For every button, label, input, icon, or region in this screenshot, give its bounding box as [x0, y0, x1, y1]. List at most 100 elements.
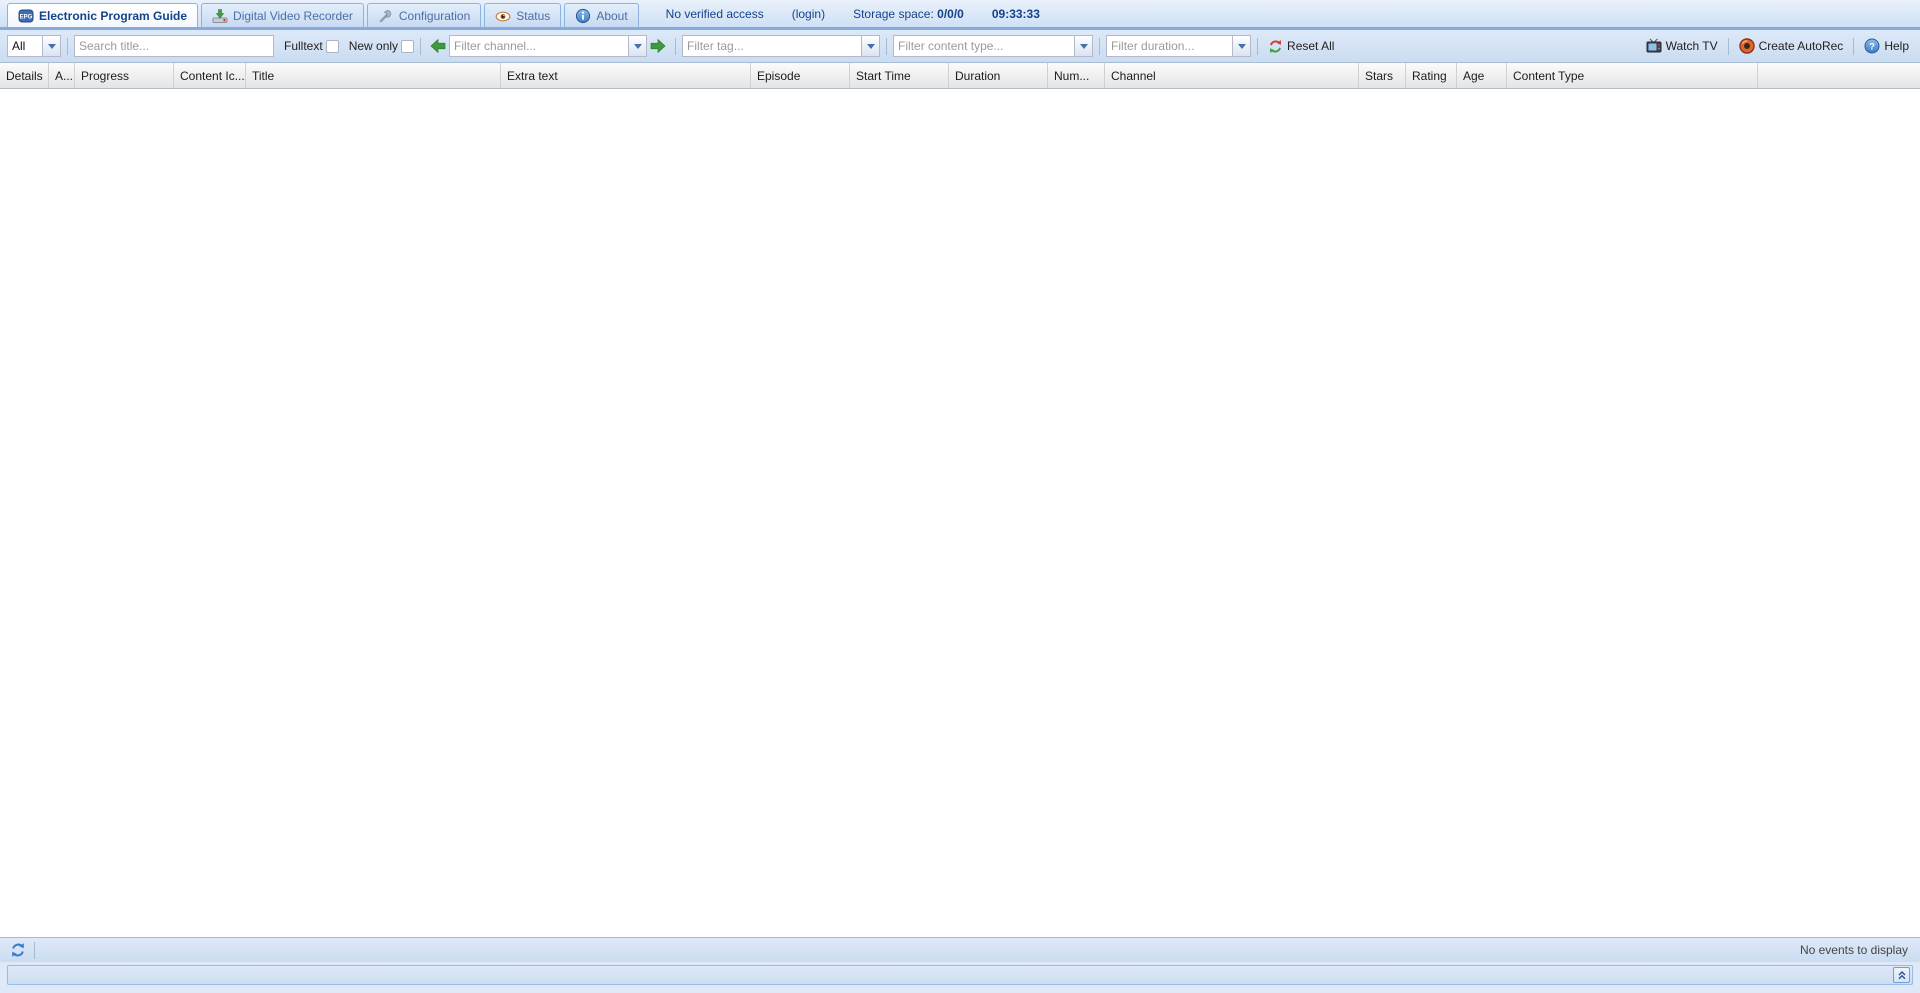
arrow-right-icon [650, 38, 666, 54]
wrench-icon [378, 8, 394, 24]
column-header-start-time[interactable]: Start Time [850, 63, 949, 88]
dvr-icon [212, 8, 228, 24]
storage-space: Storage space: 0/0/0 [853, 7, 964, 21]
column-header-age[interactable]: Age [1457, 63, 1507, 88]
column-header-rating[interactable]: Rating [1406, 63, 1457, 88]
toolbar-separator [1099, 38, 1100, 55]
reset-icon [1268, 39, 1283, 54]
create-autorec-label: Create AutoRec [1759, 39, 1844, 53]
access-status: No verified access [666, 7, 764, 21]
tab-configuration[interactable]: Configuration [367, 3, 481, 27]
tab-status[interactable]: Status [484, 3, 561, 27]
toolbar-separator [34, 942, 35, 959]
search-title-input[interactable] [75, 36, 273, 56]
toolbar-separator [1853, 38, 1854, 55]
toolbar-separator [1257, 38, 1258, 55]
tab-digital-video-recorder[interactable]: Digital Video Recorder [201, 3, 364, 27]
expand-panel-button[interactable] [1893, 967, 1910, 983]
paging-statusbar: No events to display [0, 937, 1920, 962]
help-icon: ? [1864, 38, 1880, 54]
watch-tv-label: Watch TV [1666, 39, 1718, 53]
chevron-down-icon[interactable] [1232, 36, 1250, 56]
toolbar-separator [67, 38, 68, 55]
tab-label: Configuration [399, 9, 470, 23]
column-header-extra-text[interactable]: Extra text [501, 63, 751, 88]
column-header-duration[interactable]: Duration [949, 63, 1048, 88]
prev-channel-button[interactable] [429, 37, 447, 55]
filter-channel-combo[interactable] [449, 35, 647, 57]
tab-label: Electronic Program Guide [39, 9, 187, 23]
new-only-checkbox[interactable] [401, 40, 414, 53]
filter-duration-input[interactable] [1107, 36, 1232, 56]
clock: 09:33:33 [992, 7, 1040, 21]
search-title-field[interactable] [74, 35, 274, 57]
epg-icon: EPG [18, 8, 34, 24]
column-header-content-icon[interactable]: Content Ic... [174, 63, 246, 88]
filter-duration-combo[interactable] [1106, 35, 1251, 57]
chevron-down-icon[interactable] [861, 36, 879, 56]
column-header-channel[interactable]: Channel [1105, 63, 1359, 88]
chevron-down-icon[interactable] [628, 36, 646, 56]
svg-text:?: ? [1869, 42, 1875, 53]
column-header-content-type[interactable]: Content Type [1507, 63, 1758, 88]
fulltext-checkbox[interactable] [326, 40, 339, 53]
refresh-button[interactable] [8, 940, 28, 960]
epg-range-select[interactable]: All [7, 35, 61, 57]
eye-icon [495, 8, 511, 24]
column-header-airs[interactable]: A... [49, 63, 75, 88]
reset-all-button[interactable]: Reset All [1264, 39, 1338, 54]
login-link[interactable]: (login) [792, 7, 825, 21]
toolbar-separator [1728, 38, 1729, 55]
storage-label: Storage space: [853, 7, 934, 21]
column-header-episode[interactable]: Episode [751, 63, 850, 88]
toolbar-separator [886, 38, 887, 55]
column-header-number[interactable]: Num... [1048, 63, 1105, 88]
help-button[interactable]: ? Help [1860, 38, 1913, 54]
toolbar-right-group: Watch TV Create AutoRec ? Help [1642, 38, 1913, 55]
chevron-down-icon[interactable] [1074, 36, 1092, 56]
tab-electronic-program-guide[interactable]: EPG Electronic Program Guide [7, 3, 198, 27]
chevron-down-icon[interactable] [42, 36, 60, 56]
toolbar-separator [675, 38, 676, 55]
new-only-label: New only [349, 39, 398, 53]
column-header-stars[interactable]: Stars [1359, 63, 1406, 88]
arrow-left-icon [430, 38, 446, 54]
toolbar-separator [420, 38, 421, 55]
epg-grid-body[interactable] [0, 89, 1920, 937]
refresh-icon [10, 942, 26, 958]
filter-tag-combo[interactable] [682, 35, 880, 57]
autorec-icon [1739, 38, 1755, 54]
fulltext-label: Fulltext [284, 39, 323, 53]
watch-tv-button[interactable]: Watch TV [1642, 38, 1722, 54]
create-autorec-button[interactable]: Create AutoRec [1735, 38, 1848, 54]
tab-strip: EPG Electronic Program Guide Digital Vid… [7, 0, 642, 27]
tab-label: Status [516, 9, 550, 23]
south-region [0, 962, 1920, 993]
reset-all-label: Reset All [1287, 39, 1334, 53]
empty-message: No events to display [1800, 943, 1912, 957]
storage-value: 0/0/0 [937, 7, 964, 21]
svg-text:EPG: EPG [20, 14, 33, 20]
tv-icon [1646, 38, 1662, 54]
column-header-details[interactable]: Details [0, 63, 49, 88]
chevron-double-up-icon [1896, 969, 1908, 981]
column-header-progress[interactable]: Progress [75, 63, 174, 88]
filter-content-type-input[interactable] [894, 36, 1074, 56]
column-header-filler [1758, 63, 1920, 88]
filter-channel-input[interactable] [450, 36, 628, 56]
tab-bar: EPG Electronic Program Guide Digital Vid… [0, 0, 1920, 30]
tab-label: About [596, 9, 627, 23]
next-channel-button[interactable] [649, 37, 667, 55]
column-header-title[interactable]: Title [246, 63, 501, 88]
filter-toolbar: All Fulltext New only [0, 30, 1920, 63]
grid-header-row: Details A... Progress Content Ic... Titl… [0, 63, 1920, 89]
help-label: Help [1884, 39, 1909, 53]
epg-range-value: All [8, 36, 42, 56]
tab-about[interactable]: About [564, 3, 638, 27]
filter-content-type-combo[interactable] [893, 35, 1093, 57]
tab-label: Digital Video Recorder [233, 9, 353, 23]
filter-tag-input[interactable] [683, 36, 861, 56]
header-status: No verified access (login) Storage space… [666, 0, 1068, 27]
info-icon [575, 8, 591, 24]
collapsed-detail-panel[interactable] [7, 965, 1913, 985]
